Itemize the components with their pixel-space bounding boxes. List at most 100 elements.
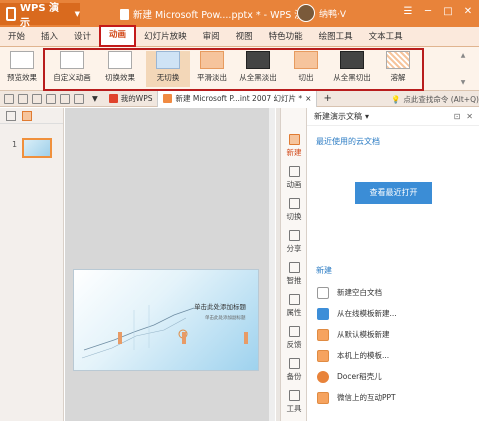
tab-document[interactable]: 新建 Microsoft P...int 2007 幻灯片 * × bbox=[157, 90, 318, 107]
add-tab-button[interactable]: + bbox=[323, 93, 331, 104]
slide-thumbnail[interactable] bbox=[22, 138, 52, 158]
new-from-online-template[interactable]: 从在线模板新建... bbox=[317, 303, 397, 324]
sidebar-item-smart[interactable]: 智推 bbox=[281, 262, 307, 286]
chevron-down-icon[interactable]: ▼ bbox=[92, 94, 98, 103]
tab-design[interactable]: 设计 bbox=[66, 27, 99, 47]
tab-review[interactable]: 审阅 bbox=[195, 27, 228, 47]
view-recent-button[interactable]: 查看最近打开 bbox=[355, 182, 432, 204]
close-icon[interactable]: ✕ bbox=[466, 112, 473, 121]
tab-features[interactable]: 特色功能 bbox=[261, 27, 311, 47]
new-options-list: 新建空白文档 从在线模板新建... 从默认模板新建 本机上的模板... Doce… bbox=[317, 282, 397, 408]
slide-panel-header bbox=[0, 108, 63, 124]
docer-link[interactable]: Docer稻壳儿 bbox=[317, 366, 397, 387]
properties-icon bbox=[288, 294, 300, 305]
list-item-label: 从在线模板新建... bbox=[337, 309, 397, 318]
sidebar-item-properties[interactable]: 属性 bbox=[281, 294, 307, 318]
ribbon-scroll[interactable]: ▲ ▼ bbox=[459, 52, 467, 86]
online-template-icon bbox=[317, 307, 329, 320]
blank-doc-icon bbox=[317, 286, 329, 299]
wps-logo-icon bbox=[6, 7, 16, 21]
document-icon bbox=[120, 8, 129, 20]
chevron-down-icon[interactable]: ▾ bbox=[365, 112, 369, 121]
title-placeholder[interactable]: 单击此处添加标题 bbox=[194, 301, 246, 311]
new-blank-doc[interactable]: 新建空白文档 bbox=[317, 282, 397, 303]
default-template-icon bbox=[317, 328, 329, 341]
app-menu-button[interactable]: WPS 演示 ▼ bbox=[0, 3, 80, 29]
local-templates[interactable]: 本机上的模板... bbox=[317, 345, 397, 366]
preview-icon bbox=[10, 51, 34, 69]
docer-icon bbox=[317, 370, 329, 383]
slide-canvas: 单击此处添加标题 单击此处添加副标题 bbox=[65, 108, 275, 421]
ribbon-highlight-frame bbox=[43, 48, 424, 91]
sidebar-item-switch[interactable]: 切换 bbox=[281, 198, 307, 222]
sidebar-item-tools[interactable]: 工具 bbox=[281, 390, 307, 414]
tab-view[interactable]: 视图 bbox=[228, 27, 261, 47]
skin-icon[interactable]: ☰ bbox=[401, 5, 415, 19]
task-pane-header: 新建演示文稿 ▾ ⊡ ✕ bbox=[307, 108, 479, 126]
outline-view-icon[interactable] bbox=[6, 110, 16, 121]
slide-view-icon[interactable] bbox=[22, 110, 32, 121]
tab-text-tools[interactable]: 文本工具 bbox=[361, 27, 411, 47]
subtitle-placeholder[interactable]: 单击此处添加副标题 bbox=[205, 315, 246, 321]
smart-icon bbox=[288, 262, 300, 273]
task-sidebar: 新建 动画 切换 分享 智推 属性 反馈 备份 工具 bbox=[280, 108, 306, 421]
feedback-icon bbox=[288, 326, 300, 337]
title-bar: WPS 演示 ▼ 新建 Microsoft Pow....pptx * - WP… bbox=[0, 0, 479, 29]
redo-icon[interactable] bbox=[74, 93, 84, 104]
sidebar-item-feedback[interactable]: 反馈 bbox=[281, 326, 307, 350]
wechat-interactive-ppt[interactable]: 微信上的互动PPT bbox=[317, 387, 397, 408]
preview-icon[interactable] bbox=[46, 93, 56, 104]
lightbulb-icon: 💡 bbox=[391, 94, 401, 104]
current-slide[interactable]: 单击此处添加标题 单击此处添加副标题 bbox=[73, 269, 259, 371]
document-tab-bar: ▼ 我的WPS 新建 Microsoft P...int 2007 幻灯片 * … bbox=[0, 90, 479, 107]
pin-icon[interactable]: ⊡ bbox=[454, 112, 461, 121]
document-title: 新建 Microsoft Pow....pptx * - WPS 演示 bbox=[120, 7, 313, 21]
preview-effect-button[interactable]: 预览效果 bbox=[0, 51, 44, 83]
sidebar-item-new[interactable]: 新建 bbox=[281, 134, 307, 158]
tab-animation[interactable]: 动画 bbox=[99, 24, 137, 47]
tab-slideshow[interactable]: 幻灯片放映 bbox=[136, 27, 195, 47]
tab-insert[interactable]: 插入 bbox=[33, 27, 66, 47]
sidebar-item-label: 工具 bbox=[286, 404, 302, 413]
tab-label: 新建 Microsoft P...int 2007 幻灯片 * bbox=[175, 94, 303, 103]
avatar[interactable] bbox=[297, 4, 315, 22]
new-from-default-template[interactable]: 从默认模板新建 bbox=[317, 324, 397, 345]
sidebar-item-share[interactable]: 分享 bbox=[281, 230, 307, 254]
animation-marker bbox=[182, 332, 186, 344]
save-icon[interactable] bbox=[18, 93, 28, 104]
list-item-label: 本机上的模板... bbox=[337, 351, 390, 360]
list-item-label: 新建空白文档 bbox=[337, 288, 382, 297]
sidebar-item-label: 切换 bbox=[286, 212, 302, 221]
open-folder-icon[interactable] bbox=[4, 93, 14, 104]
close-icon[interactable]: × bbox=[305, 94, 311, 103]
share-icon bbox=[288, 230, 300, 241]
command-search-placeholder: 点此查找命令 (Alt+Q) bbox=[403, 94, 479, 104]
undo-icon[interactable] bbox=[60, 93, 70, 104]
sidebar-item-animation[interactable]: 动画 bbox=[281, 166, 307, 190]
close-button[interactable]: ✕ bbox=[461, 5, 475, 19]
chevron-down-icon: ▼ bbox=[74, 10, 80, 18]
minimize-button[interactable]: ─ bbox=[421, 5, 435, 19]
menu-bar: 开始 插入 设计 动画 幻灯片放映 审阅 视图 特色功能 绘图工具 文本工具 bbox=[0, 24, 479, 47]
switch-icon bbox=[288, 198, 300, 209]
task-pane: 新建演示文稿 ▾ ⊡ ✕ 最近使用的云文档 查看最近打开 新建 新建空白文档 从… bbox=[306, 108, 479, 421]
backup-icon bbox=[288, 358, 300, 369]
list-item-label: 微信上的互动PPT bbox=[337, 393, 396, 402]
command-search[interactable]: 💡 点此查找命令 (Alt+Q) bbox=[391, 91, 479, 107]
scroll-down-icon[interactable]: ▼ bbox=[461, 79, 466, 86]
presentation-icon bbox=[163, 94, 173, 103]
tab-label: 我的WPS bbox=[120, 94, 153, 103]
document-title-text: 新建 Microsoft Pow....pptx * - WPS 演示 bbox=[133, 10, 314, 21]
tab-my-wps[interactable]: 我的WPS bbox=[104, 91, 158, 107]
print-icon[interactable] bbox=[32, 93, 42, 104]
vertical-scrollbar[interactable] bbox=[269, 108, 275, 421]
sidebar-item-backup[interactable]: 备份 bbox=[281, 358, 307, 382]
maximize-button[interactable]: □ bbox=[441, 5, 455, 19]
list-item-label: Docer稻壳儿 bbox=[337, 372, 382, 381]
scroll-up-icon[interactable]: ▲ bbox=[461, 52, 466, 59]
tab-drawing-tools[interactable]: 绘图工具 bbox=[311, 27, 361, 47]
sidebar-item-label: 备份 bbox=[286, 372, 302, 381]
user-account[interactable]: 纳鸭·V bbox=[297, 4, 346, 22]
animation-marker bbox=[118, 332, 122, 344]
tab-home[interactable]: 开始 bbox=[0, 27, 33, 47]
